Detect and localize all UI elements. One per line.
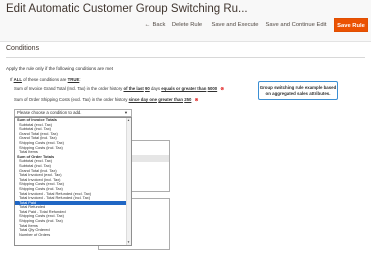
condition-2-operator-link[interactable]: greater than xyxy=(158,97,183,102)
page-actions-toolbar: ← Back Delete Rule Save and Execute Save … xyxy=(0,18,371,32)
back-button[interactable]: ← Back xyxy=(140,18,170,32)
condition-dropdown-list[interactable]: Sum of Invoice Totals Subtotal (excl. Tax… xyxy=(14,117,132,246)
condition-select[interactable]: Please choose a condition to add. ▼ xyxy=(14,109,132,117)
back-label: Back xyxy=(152,22,166,28)
callout-line-2: on aggregated sales attributes. xyxy=(265,91,331,96)
condition-2-value-link[interactable]: 250 xyxy=(184,97,191,102)
save-and-execute-button[interactable]: Save and Execute xyxy=(210,18,260,32)
aggregator-link[interactable]: ALL xyxy=(14,77,22,82)
condition-2-text: Sum of Order Shipping Costs (excl. Tax) … xyxy=(14,97,128,102)
condition-row-1: Sum of Invoice Grand Total (Incl. Tax) i… xyxy=(14,86,224,92)
conditions-head: If ALL of these conditions are TRUE: xyxy=(10,77,81,82)
save-rule-button[interactable]: Save Rule xyxy=(334,18,368,32)
condition-2-period-link[interactable]: since day one xyxy=(129,97,157,102)
condition-select-placeholder: Please choose a condition to add. xyxy=(17,110,82,115)
conditions-section-title[interactable]: Conditions xyxy=(6,45,39,52)
remove-condition-1-icon[interactable]: ⊗ xyxy=(220,86,224,92)
dropdown-option[interactable]: Number of Orders xyxy=(15,232,131,238)
apply-rule-text: Apply the rule only if the following con… xyxy=(6,66,113,71)
head-pre: If xyxy=(10,77,13,82)
condition-1-unit: days xyxy=(150,86,161,91)
condition-1-num-link[interactable]: 90 xyxy=(145,86,150,91)
scroll-up-icon[interactable]: ▲ xyxy=(126,118,131,123)
head-post: : xyxy=(79,77,81,82)
dropdown-scrollbar[interactable]: ▲ ▼ xyxy=(126,118,131,245)
condition-1-period-link[interactable]: of the last xyxy=(123,86,143,91)
head-mid: of these conditions are xyxy=(23,77,67,82)
condition-1-operator-link[interactable]: equals or greater than xyxy=(161,86,206,91)
condition-1-value-link[interactable]: 5000 xyxy=(208,86,218,91)
page-title: Edit Automatic Customer Group Switching … xyxy=(6,3,248,15)
scroll-down-icon[interactable]: ▼ xyxy=(126,240,131,245)
page-header: Edit Automatic Customer Group Switching … xyxy=(0,0,371,42)
condition-1-text: Sum of Invoice Grand Total (Incl. Tax) i… xyxy=(14,86,123,91)
value-link[interactable]: TRUE xyxy=(68,77,80,82)
example-callout: Group switching rule example based on ag… xyxy=(258,81,338,100)
delete-rule-button[interactable]: Delete Rule xyxy=(170,18,204,32)
back-arrow-icon: ← xyxy=(144,22,151,28)
section-divider xyxy=(6,57,365,58)
caret-down-icon: ▼ xyxy=(124,110,128,115)
condition-row-2: Sum of Order Shipping Costs (excl. Tax) … xyxy=(14,97,198,103)
save-and-continue-button[interactable]: Save and Continue Edit xyxy=(263,18,329,32)
remove-condition-2-icon[interactable]: ⊗ xyxy=(195,97,199,103)
